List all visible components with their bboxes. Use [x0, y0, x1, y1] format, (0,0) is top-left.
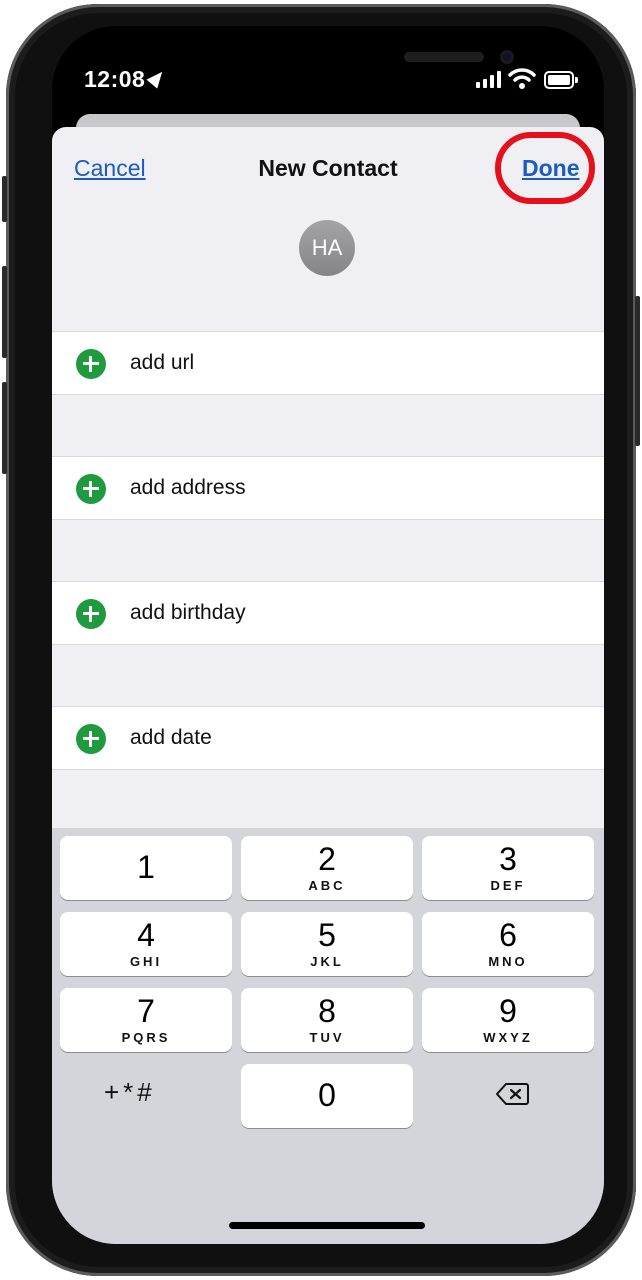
speaker	[404, 52, 484, 62]
front-camera	[500, 50, 514, 64]
key-number: 9	[499, 993, 517, 1029]
backspace-icon[interactable]	[495, 1082, 529, 1106]
key-number: 7	[137, 993, 155, 1029]
home-indicator[interactable]	[229, 1222, 425, 1229]
avatar[interactable]: HA	[299, 220, 355, 276]
add-address-row[interactable]: add address	[52, 456, 604, 520]
symbols-key[interactable]: +*#	[104, 1077, 156, 1108]
power-button	[635, 296, 640, 446]
row-label: add address	[130, 476, 246, 499]
key-3[interactable]: 3 DEF	[422, 836, 594, 900]
key-4[interactable]: 4 GHI	[60, 912, 232, 976]
new-contact-sheet: Cancel New Contact Done HA add url add a…	[52, 127, 604, 1244]
volume-up-button	[2, 266, 7, 358]
key-0[interactable]: 0	[241, 1064, 413, 1128]
key-letters: PQRS	[121, 1030, 171, 1045]
phone-frame: 12:08 Cancel New Contact Done HA add url	[2, 4, 640, 1276]
add-birthday-row[interactable]: add birthday	[52, 581, 604, 645]
row-label: add date	[130, 726, 212, 749]
volume-down-button	[2, 382, 7, 474]
key-number: 2	[318, 841, 336, 877]
key-number: 4	[137, 917, 155, 953]
key-letters: DEF	[490, 878, 526, 893]
done-highlight-circle	[495, 132, 595, 204]
location-arrow-icon	[146, 67, 168, 89]
key-1[interactable]: 1	[60, 836, 232, 900]
key-2[interactable]: 2 ABC	[241, 836, 413, 900]
wifi-icon	[508, 68, 536, 89]
key-number: 6	[499, 917, 517, 953]
silent-switch	[2, 176, 7, 222]
key-number: 5	[318, 917, 336, 953]
key-8[interactable]: 8 TUV	[241, 988, 413, 1052]
row-label: add url	[130, 351, 195, 374]
add-url-row[interactable]: add url	[52, 331, 604, 395]
key-number: 8	[318, 993, 336, 1029]
plus-circle-icon[interactable]	[76, 724, 106, 754]
plus-circle-icon[interactable]	[76, 474, 106, 504]
key-number: 3	[499, 841, 517, 877]
key-7[interactable]: 7 PQRS	[60, 988, 232, 1052]
key-letters: MNO	[488, 954, 528, 969]
key-9[interactable]: 9 WXYZ	[422, 988, 594, 1052]
key-5[interactable]: 5 JKL	[241, 912, 413, 976]
plus-circle-icon[interactable]	[76, 599, 106, 629]
key-letters: GHI	[129, 954, 163, 969]
key-number: 0	[318, 1077, 336, 1113]
key-letters: ABC	[308, 878, 346, 893]
key-letters: TUV	[309, 1030, 345, 1045]
screen: 12:08 Cancel New Contact Done HA add url	[52, 26, 604, 1244]
key-letters: WXYZ	[483, 1030, 533, 1045]
key-6[interactable]: 6 MNO	[422, 912, 594, 976]
numeric-keypad: 1 2 ABC 3 DEF 4 GHI 5 JKL 6 MNO 7 PQRS 8…	[52, 828, 604, 1244]
row-label: add birthday	[130, 601, 246, 624]
add-date-row[interactable]: add date	[52, 706, 604, 770]
status-time: 12:08	[84, 66, 146, 92]
plus-circle-icon[interactable]	[76, 349, 106, 379]
notch	[168, 26, 514, 84]
cellular-signal-icon	[476, 70, 502, 88]
key-letters: JKL	[310, 954, 344, 969]
battery-icon	[544, 71, 578, 89]
key-number: 1	[137, 849, 155, 885]
